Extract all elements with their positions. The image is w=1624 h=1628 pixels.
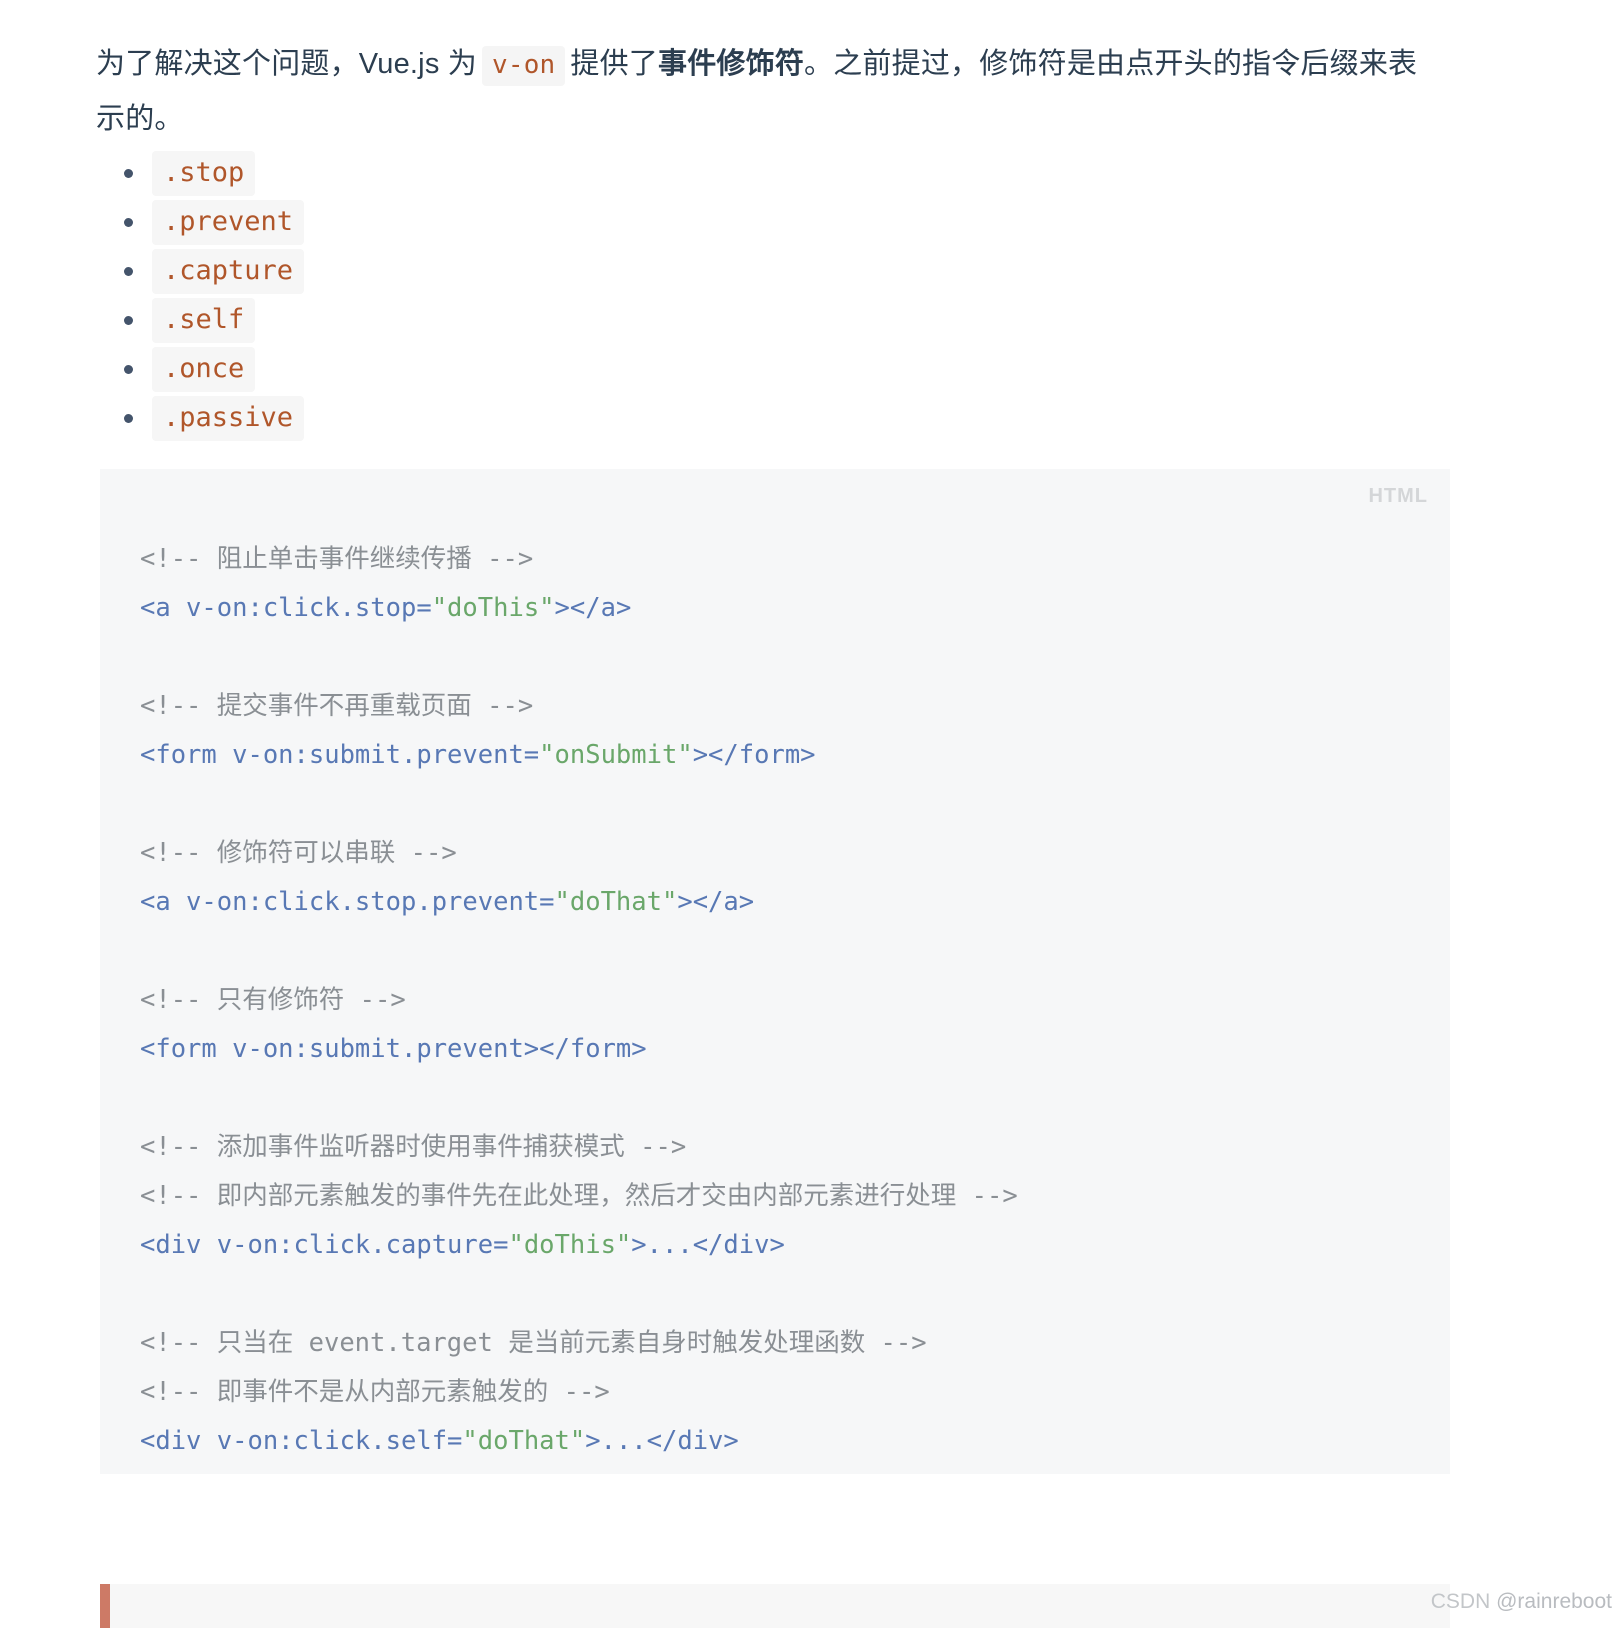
intro-paragraph: 为了解决这个问题，Vue.js 为 v-on 提供了事件修饰符。之前提过，修饰符是由… [96, 37, 1446, 146]
code-language-label: HTML [1368, 485, 1428, 507]
list-item: .self [96, 295, 796, 344]
code-line: <form v-on:submit.prevent></form> [140, 1025, 1430, 1074]
modifier-code-passive: .passive [152, 396, 305, 441]
code-comment: <!-- 即事件不是从内部元素触发的 --> [140, 1376, 610, 1407]
list-item: .capture [96, 246, 796, 295]
code-tag: >...</div> [631, 1229, 785, 1260]
intro-text-part2: 提供了 [570, 48, 659, 80]
list-item: .passive [96, 393, 796, 442]
code-string: "doThat" [554, 886, 678, 917]
code-tag: ></a> [554, 592, 632, 623]
code-comment: <!-- 修饰符可以串联 --> [140, 837, 457, 868]
code-tag: <a v-on:click.stop.prevent= [140, 886, 555, 917]
list-item: .prevent [96, 197, 796, 246]
bullet-icon [124, 414, 133, 423]
code-string: "doThis" [508, 1229, 632, 1260]
code-comment: <!-- 添加事件监听器时使用事件捕获模式 --> [140, 1131, 687, 1162]
intro-text-part1: 为了解决这个问题，Vue.js 为 [96, 48, 477, 80]
code-line: <!-- 即内部元素触发的事件先在此处理，然后才交由内部元素进行处理 --> [140, 1172, 1430, 1221]
code-tag: <form v-on:submit.prevent= [140, 739, 540, 770]
watermark-brand: CSDN [1430, 1590, 1491, 1613]
list-item: .once [96, 344, 796, 393]
code-string: "onSubmit" [539, 739, 693, 770]
modifier-list: .stop .prevent .capture .self .once .pas… [96, 148, 796, 442]
code-line: <a v-on:click.stop="doThis"></a> [140, 584, 1430, 633]
inline-code-v-on: v-on [481, 46, 566, 86]
quote-block [100, 1584, 1450, 1628]
code-line: <!-- 只有修饰符 --> [140, 976, 1430, 1025]
code-string: "doThis" [431, 592, 555, 623]
bullet-icon [124, 218, 133, 227]
code-tag: <a v-on:click.stop= [140, 592, 432, 623]
code-line: <div v-on:click.self="doThat">...</div> [140, 1417, 1430, 1466]
code-tag: ></form> [692, 739, 816, 770]
code-comment: <!-- 阻止单击事件继续传播 --> [140, 543, 534, 574]
code-line: <a v-on:click.stop.prevent="doThat"></a> [140, 878, 1430, 927]
modifier-code-prevent: .prevent [152, 200, 305, 245]
code-comment: <!-- 提交事件不再重载页面 --> [140, 690, 534, 721]
code-line: <!-- 添加事件监听器时使用事件捕获模式 --> [140, 1123, 1430, 1172]
bullet-icon [124, 365, 133, 374]
code-line: <div v-on:click.capture="doThis">...</di… [140, 1221, 1430, 1270]
code-line: <!-- 修饰符可以串联 --> [140, 829, 1430, 878]
bullet-icon [124, 267, 133, 276]
code-comment: <!-- 即内部元素触发的事件先在此处理，然后才交由内部元素进行处理 --> [140, 1180, 1018, 1211]
code-tag: <div v-on:click.self= [140, 1425, 463, 1456]
modifier-code-self: .self [152, 298, 256, 343]
code-comment: <!-- 只当在 event.target 是当前元素自身时触发处理函数 --> [140, 1327, 927, 1358]
code-block: HTML <!-- 阻止单击事件继续传播 --> <a v-on:click.st… [100, 469, 1450, 1474]
code-line: <form v-on:submit.prevent="onSubmit"></f… [140, 731, 1430, 780]
watermark: CSDN @rainreboot [1431, 1590, 1612, 1614]
modifier-code-capture: .capture [152, 249, 305, 294]
code-comment: <!-- 只有修饰符 --> [140, 984, 406, 1015]
code-tag: >...</div> [585, 1425, 739, 1456]
modifier-code-once: .once [152, 347, 256, 392]
code-line: <!-- 提交事件不再重载页面 --> [140, 682, 1430, 731]
bullet-icon [124, 316, 133, 325]
code-content[interactable]: <!-- 阻止单击事件继续传播 --> <a v-on:click.stop="d… [140, 535, 1430, 1466]
code-string: "doThat" [462, 1425, 586, 1456]
modifier-code-stop: .stop [152, 151, 256, 196]
code-tag: <form v-on:submit.prevent></form> [140, 1033, 647, 1064]
code-tag: <div v-on:click.capture= [140, 1229, 509, 1260]
intro-bold-term: 事件修饰符 [658, 48, 805, 80]
code-tag: ></a> [677, 886, 755, 917]
code-line: <!-- 只当在 event.target 是当前元素自身时触发处理函数 --> [140, 1319, 1430, 1368]
watermark-user: @rainreboot [1496, 1590, 1612, 1613]
bullet-icon [124, 169, 133, 178]
code-line: <!-- 即事件不是从内部元素触发的 --> [140, 1368, 1430, 1417]
code-line: <!-- 阻止单击事件继续传播 --> [140, 535, 1430, 584]
article-page: 为了解决这个问题，Vue.js 为 v-on 提供了事件修饰符。之前提过，修饰符是由… [0, 0, 1624, 1628]
list-item: .stop [96, 148, 796, 197]
